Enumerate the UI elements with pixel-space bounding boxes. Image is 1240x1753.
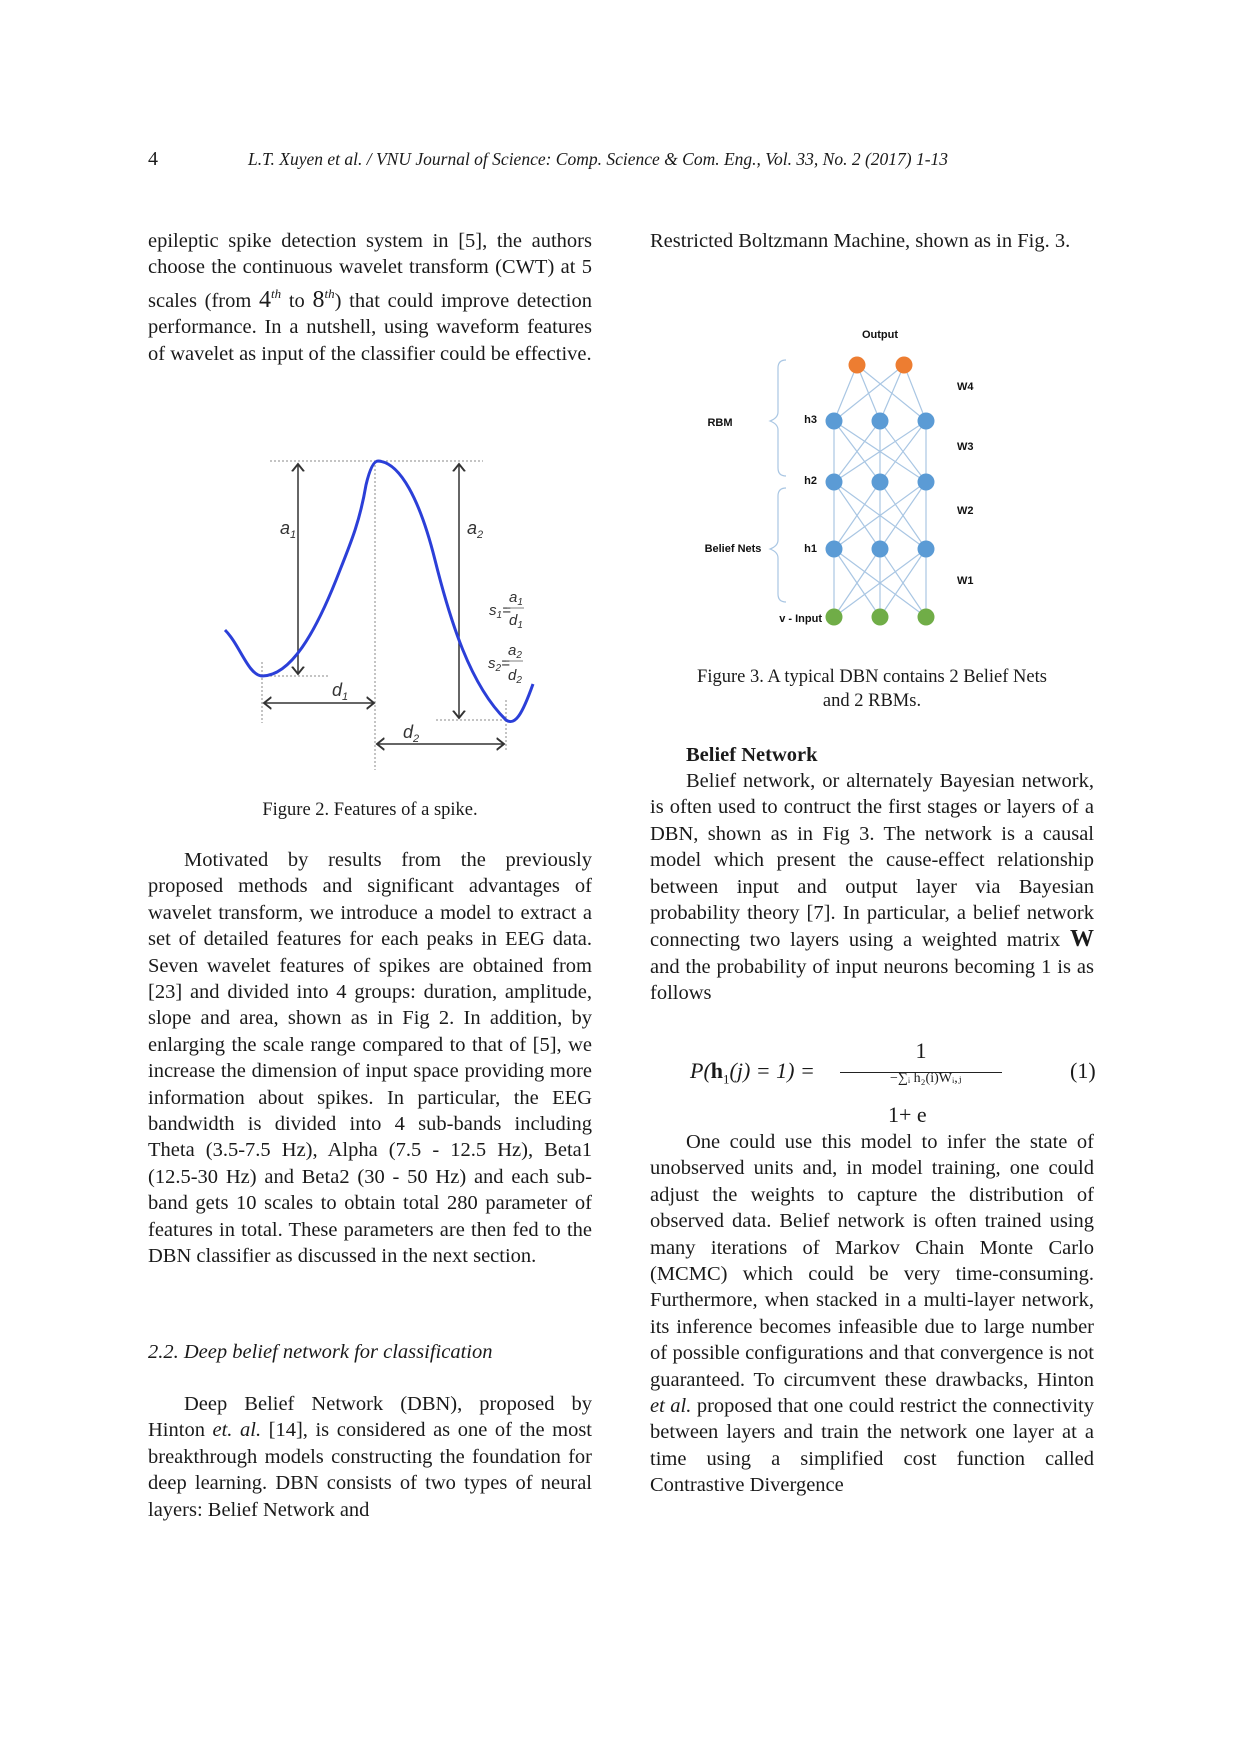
caption-line: Figure 3. A typical DBN contains 2 Belie… — [697, 667, 1047, 687]
right-paragraph-1: Restricted Boltzmann Machine, shown as i… — [650, 228, 1094, 254]
label-w2: W2 — [957, 505, 974, 517]
node-h2-3 — [917, 473, 935, 491]
node-h3-2 — [871, 412, 889, 430]
label-s1-num: a1 — [509, 589, 523, 608]
text-run-italic: et al. — [650, 1395, 692, 1418]
figure-2-spike-diagram: a1 a2 d1 d2 s1= a1 d1 s2= a2 d2 — [223, 459, 535, 770]
node-h1-3 — [917, 540, 935, 558]
label-rbm: RBM — [707, 417, 732, 429]
right-paragraph-2: Belief network, or alternately Bayesian … — [650, 768, 1094, 1007]
equation-numerator: 1 — [915, 1038, 927, 1063]
brace-belief-nets — [768, 487, 787, 603]
text-run: to — [281, 289, 313, 312]
node-input-2 — [871, 608, 889, 626]
equation-1: P(h1(j) = 1) = 1 −∑ᵢ h₂(i)Wᵢ,ⱼ 1+ e (1) — [690, 1038, 1100, 1140]
label-a1: a1 — [280, 518, 296, 541]
superscript: th — [271, 285, 282, 301]
equation-number: (1) — [1070, 1058, 1096, 1083]
edge-output-h3 — [833, 364, 858, 422]
spike-waveform — [223, 459, 535, 723]
right-paragraph-3: One could use this model to infer the st… — [650, 1129, 1094, 1499]
node-h3-1 — [825, 412, 843, 430]
label-w1: W1 — [957, 575, 974, 587]
label-s2-num: a2 — [508, 642, 522, 661]
subheading-belief-network: Belief Network — [686, 744, 818, 766]
page-header: 4 L.T. Xuyen et al. / VNU Journal of Sci… — [148, 148, 1008, 174]
node-output-2 — [895, 356, 913, 374]
label-d2: d2 — [403, 722, 419, 745]
text-run: proposed that one could restrict the con… — [650, 1395, 1094, 1497]
label-d1: d1 — [332, 680, 348, 703]
label-w4: W4 — [957, 381, 974, 393]
figure-3-caption: Figure 3. A typical DBN contains 2 Belie… — [650, 665, 1094, 713]
brace-rbm — [768, 359, 787, 477]
text-run-italic: et. al. — [212, 1419, 262, 1442]
math-4: 4 — [259, 286, 272, 313]
node-h1-2 — [871, 540, 889, 558]
label-belief-nets: Belief Nets — [705, 543, 762, 555]
node-output-1 — [848, 356, 866, 374]
node-h2-2 — [871, 473, 889, 491]
text-run: and the probability of input neurons bec… — [650, 955, 1094, 1005]
paragraph-text: Restricted Boltzmann Machine, shown as i… — [650, 230, 1071, 252]
equation-exponent: −∑ᵢ h₂(i)Wᵢ,ⱼ — [890, 1071, 962, 1086]
label-output: Output — [862, 329, 898, 341]
label-h3: h3 — [804, 414, 817, 426]
left-paragraph-3: Deep Belief Network (DBN), proposed by H… — [148, 1391, 592, 1523]
equation-denominator: 1+ e — [888, 1102, 927, 1127]
text-run: Belief network, or alternately Bayesian … — [650, 770, 1094, 952]
equation-lhs: P(h1(j) = 1) = — [690, 1058, 815, 1087]
label-s2: s2= — [488, 655, 510, 674]
label-s2-den: d2 — [508, 667, 522, 686]
node-input-1 — [825, 608, 843, 626]
edge-output-h3 — [879, 364, 905, 422]
label-h1: h1 — [804, 543, 817, 555]
section-heading-2-2: 2.2. Deep belief network for classificat… — [148, 1341, 493, 1363]
math-8: 8 — [312, 286, 325, 313]
label-s1: s1= — [489, 602, 511, 621]
figure-2-caption: Figure 2. Features of a spike. — [262, 800, 478, 820]
text-run: One could use this model to infer the st… — [650, 1131, 1094, 1391]
node-h1-1 — [825, 540, 843, 558]
left-paragraph-2: Motivated by results from the previously… — [148, 847, 592, 1270]
edge-output-h3 — [833, 364, 905, 422]
caption-line: and 2 RBMs. — [822, 691, 922, 711]
label-w3: W3 — [957, 441, 974, 453]
node-input-3 — [917, 608, 935, 626]
label-v-input: v - Input — [779, 613, 822, 625]
running-title: L.T. Xuyen et al. / VNU Journal of Scien… — [248, 149, 949, 169]
label-s1-den: d1 — [509, 612, 523, 631]
figure-3-dbn-diagram: Output RBM Belief Nets h3 h2 h1 v - Inpu… — [705, 329, 974, 626]
math-W: W — [1070, 926, 1094, 953]
paragraph-text: Motivated by results from the previously… — [148, 849, 592, 1268]
page-number: 4 — [148, 148, 158, 170]
label-a2: a2 — [467, 518, 483, 541]
node-h2-1 — [825, 473, 843, 491]
left-paragraph-1: epileptic spike detection system in [5],… — [148, 228, 592, 367]
superscript: th — [324, 285, 335, 301]
label-h2: h2 — [804, 475, 817, 487]
node-h3-3 — [917, 412, 935, 430]
